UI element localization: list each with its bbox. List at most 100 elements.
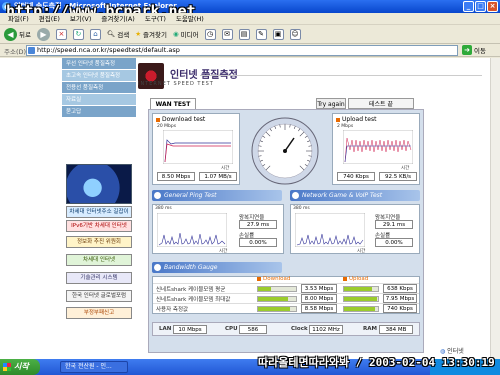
upload-bar-track [343,306,379,312]
download-bar-track [257,296,297,302]
stop-icon[interactable]: × [55,28,67,40]
page-title: 인터넷 품질측정 [170,70,238,81]
go-button[interactable]: ➜ 이동 [462,45,486,55]
start-button[interactable]: 시작 [0,359,40,375]
upload-test-box: Upload test 2 Mbps 시간 740 Kbps 92.5 KB/s [332,113,420,185]
ping-avg-value: 27.9 ms [239,220,277,229]
banner-report[interactable]: 부정부패신고 [66,307,132,319]
upload-bar-value: 7.95 Mbps [383,294,417,303]
taskbar-item-ie[interactable]: 한국 전산원 - 인... [60,361,128,373]
nav-item-broadband[interactable]: 초고속 인터넷 품질측정 [62,70,136,82]
ram-value: 384 MB [379,325,413,334]
game-chart [295,213,365,247]
banner-next-internet[interactable]: 차세대 인터넷 [66,254,132,266]
menu-view[interactable]: 보기(V) [70,13,91,24]
download-bar-fill [258,287,272,291]
upload-bar-fill [344,297,378,301]
media-button[interactable]: ◉ 미디어 [173,29,199,39]
close-button[interactable]: × [487,1,498,12]
download-mbps-value: 8.50 Mbps [157,172,195,181]
upload-kbps-value: 740 Kbps [337,172,375,181]
upload-xlabel: 시간 [401,166,410,171]
minimize-button[interactable]: _ [463,1,474,12]
download-bar-value: 3.53 Mbps [301,284,337,293]
star-icon: ★ [135,30,142,38]
menu-help[interactable]: 도움말(H) [176,13,204,24]
address-input[interactable]: http://speed.nca.or.kr/speedtest/default… [26,45,458,56]
planet-banner[interactable] [66,164,132,204]
game-xlabel: 시간 [357,249,366,254]
nav-item-wireless[interactable]: 무선 인터넷 품질측정 [62,58,136,70]
tab-wan-test[interactable]: WAN TEST [150,98,196,109]
banner-ipv6-guide[interactable]: 차세대 인터넷주소 길잡이 [66,206,132,218]
menu-edit[interactable]: 편집(E) [39,13,60,24]
page-content: 무선 인터넷 품질측정 초고속 인터넷 품질측정 전용선 품질측정 자료실 묻고… [0,58,496,359]
cpu-value: 586 [239,325,267,334]
cpu-label: CPU [225,326,238,332]
gauge-row: 신네트shark 케이블모뎀 평균 3.53 Mbps 638 Kbps [153,283,419,293]
nav-item-archive[interactable]: 자료실 [62,94,136,106]
page-subtitle: INTERNET SPEED TEST [138,81,214,87]
download-test-box: Download test 20 Mbps 시간 8.50 Mbps 1.07 … [152,113,240,185]
toolbar: ◀ 뒤로 ▶ × ↻ ⌂ 🔍︎ 검색 ★ 즐겨찾기 ◉ 미디어 ◷ ✉ ▤ ✎ … [0,25,500,44]
download-xlabel: 시간 [221,166,230,171]
upload-bar-track [343,296,379,302]
nav-item-leased-line[interactable]: 전용선 품질측정 [62,82,136,94]
ping-ymax: 380 ms [155,206,172,211]
maximize-button[interactable]: □ [475,1,486,12]
left-navigation: 무선 인터넷 품질측정 초고속 인터넷 품질측정 전용선 품질측정 자료실 묻고… [62,58,136,359]
try-again-button[interactable]: Try again [316,98,346,109]
download-bar-value: 8.58 Mbps [301,304,337,313]
clock-label: Clock [291,326,308,332]
download-bar-fill [258,307,291,311]
speed-test-panel: WAN TEST Try again 테스트 끝 Download test 2… [146,94,426,354]
menu-tools[interactable]: 도구(T) [145,13,166,24]
upload-kbs-value: 92.5 KB/s [379,172,417,181]
messenger-icon[interactable]: ☺ [289,28,301,40]
upload-bar-value: 740 Kbps [383,304,417,313]
vertical-scrollbar[interactable] [490,58,500,359]
menu-file[interactable]: 파일(F) [8,13,29,24]
address-bar: 주소(D) http://speed.nca.or.kr/speedtest/d… [0,44,500,57]
ping-test-box: 380 ms 시간 왕복지연율 27.9 ms 손실률 0.00% [152,204,284,254]
upload-chart [343,130,413,164]
forward-button[interactable]: ▶ [36,27,50,41]
game-avg-value: 29.1 ms [375,220,413,229]
nav-item-qna[interactable]: 묻고답 [62,106,136,118]
download-chart [163,130,233,164]
menu-favorites[interactable]: 즐겨찾기(A) [101,13,134,24]
edit-icon[interactable]: ✎ [255,28,267,40]
clock-value: 1102 MHz [309,325,343,334]
banner-tech-system[interactable]: 기술관리 시스템 [66,272,132,284]
back-button[interactable]: ◀ 뒤로 [4,27,31,41]
discuss-icon[interactable]: ▣ [272,28,284,40]
home-icon[interactable]: ⌂ [89,28,101,40]
ping-chart [157,213,227,247]
download-mbs-value: 1.07 MB/s [199,172,237,181]
ram-label: RAM [363,326,377,332]
ping-loss-value: 0.00% [239,238,277,247]
gauge-row-label: 신네트shark 케이블모뎀 평균 [156,287,226,293]
download-bar-track [257,306,297,312]
system-info-bar: LAN 10 Mbps CPU 586 Clock 1102 MHz RAM 3… [152,322,420,336]
banner-global-forum[interactable]: 한국 인터넷 글로벌포럼 [66,290,132,302]
window-controls: _ □ × [463,1,498,12]
download-bar-value: 8.00 Mbps [301,294,337,303]
mail-icon[interactable]: ✉ [221,28,233,40]
page-icon [28,47,35,54]
refresh-icon[interactable]: ↻ [72,28,84,40]
ping-section-header: General Ping Test [152,190,282,201]
favorites-button[interactable]: ★ 즐겨찾기 [135,29,167,39]
download-bar-fill [258,297,289,301]
search-button[interactable]: 🔍︎ 검색 [107,29,129,39]
header-divider [200,75,482,76]
banner-ipv6-internet[interactable]: IPv6기반 차세대 인터넷 [66,220,132,232]
history-icon[interactable]: ◷ [204,28,216,40]
banner-info-committee[interactable]: 정보화 추진 위원회 [66,236,132,248]
print-icon[interactable]: ▤ [238,28,250,40]
capture-timestamp: 따라올테면따라와봐 / 2003-02-04 13:30:19 [258,356,495,369]
search-icon: 🔍︎ [106,30,116,38]
bandwidth-gauge-table: Download Upload 신네트shark 케이블모뎀 평균 3.53 Mb… [152,276,420,314]
download-ymax: 20 Mbps [157,124,177,129]
